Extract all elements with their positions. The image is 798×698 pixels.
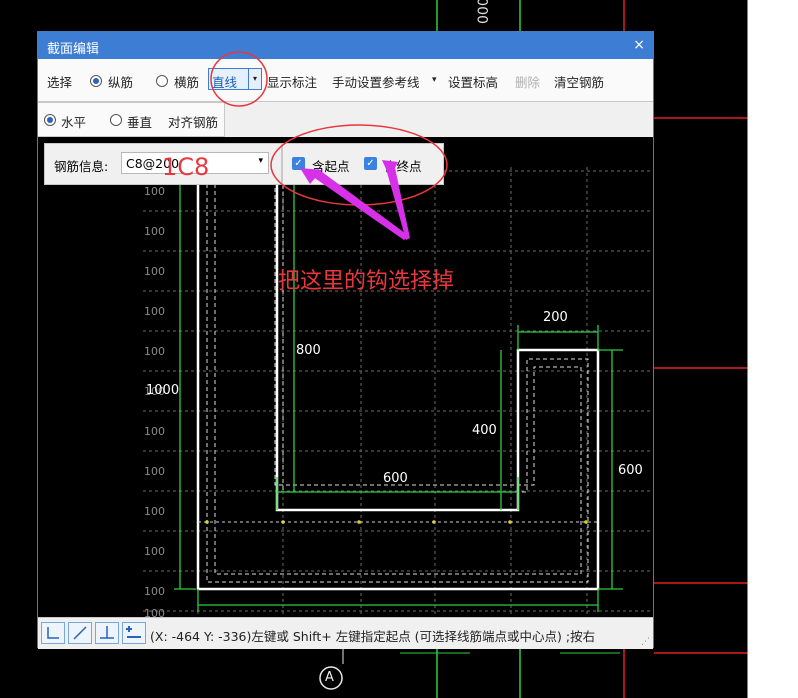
annotation-circle-line-mode (210, 51, 268, 107)
annotation-instruction-text: 把这里的钩选择掉 (278, 269, 455, 294)
annotation-spec-text: 1C8 (162, 153, 210, 181)
annotation-ellipse-checkboxes (270, 124, 448, 206)
annotation-overlay (210, 51, 448, 240)
